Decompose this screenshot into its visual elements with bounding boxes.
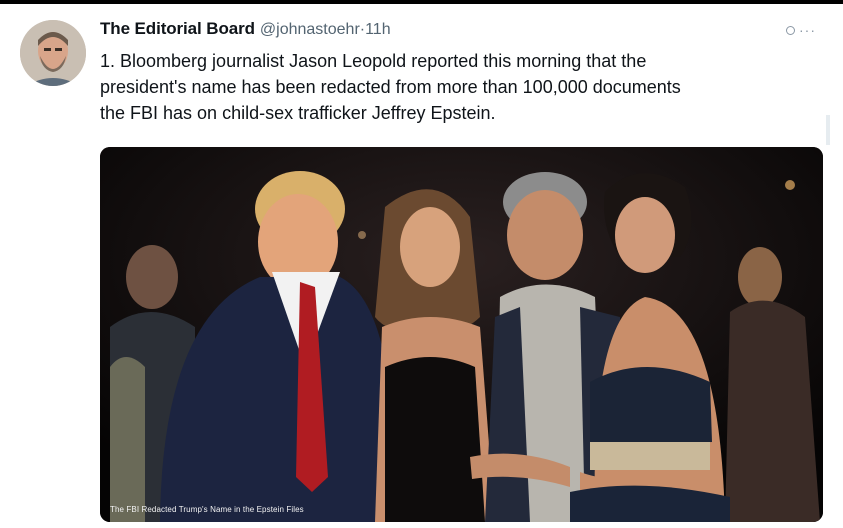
avatar[interactable] (20, 20, 86, 86)
avatar-image (20, 20, 86, 86)
scrollbar-fragment (826, 115, 830, 145)
tweet-text: 1. Bloomberg journalist Jason Leopold re… (100, 51, 681, 123)
photo-illustration (100, 147, 823, 522)
image-caption: The FBI Redacted Trump's Name in the Eps… (110, 505, 304, 514)
more-options-icon[interactable]: ··· (786, 20, 826, 40)
grok-icon[interactable] (786, 25, 795, 35)
top-border (0, 0, 843, 4)
ellipsis-icon[interactable]: ··· (799, 23, 816, 37)
tweet-header: The Editorial Board @johnastoehr·11h (100, 19, 391, 43)
display-name[interactable]: The Editorial Board (100, 19, 255, 39)
tweet-image[interactable]: The FBI Redacted Trump's Name in the Eps… (100, 147, 823, 522)
handle-and-time[interactable]: @johnastoehr·11h (260, 21, 391, 39)
